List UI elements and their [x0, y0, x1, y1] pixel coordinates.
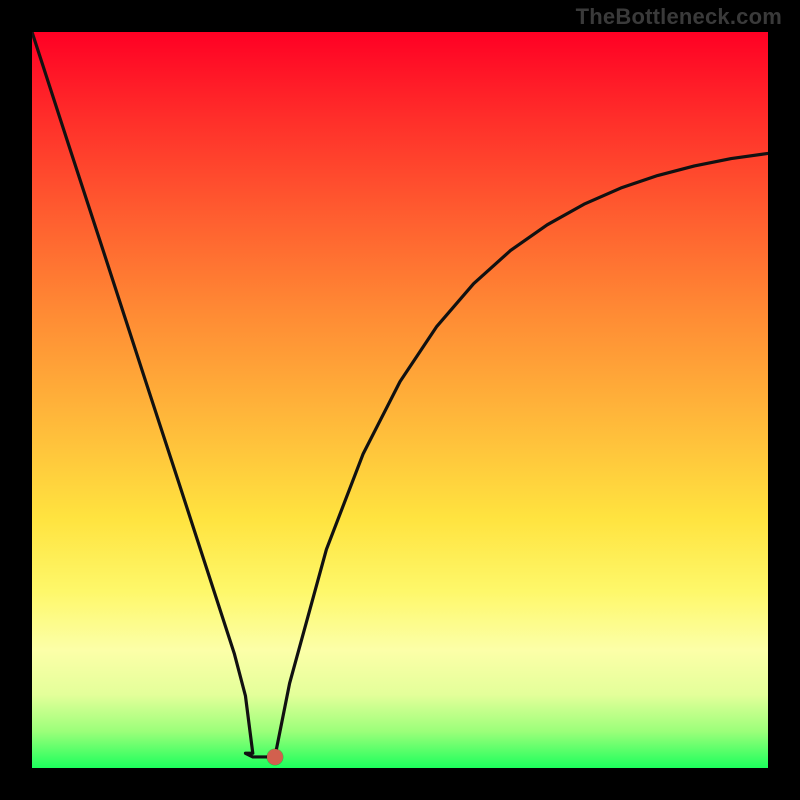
minimum-marker-dot — [267, 749, 283, 765]
watermark-text: TheBottleneck.com — [576, 4, 782, 30]
plot-area — [32, 32, 768, 768]
bottleneck-curve — [32, 32, 768, 757]
curve-svg — [32, 32, 768, 768]
chart-frame: TheBottleneck.com — [0, 0, 800, 800]
